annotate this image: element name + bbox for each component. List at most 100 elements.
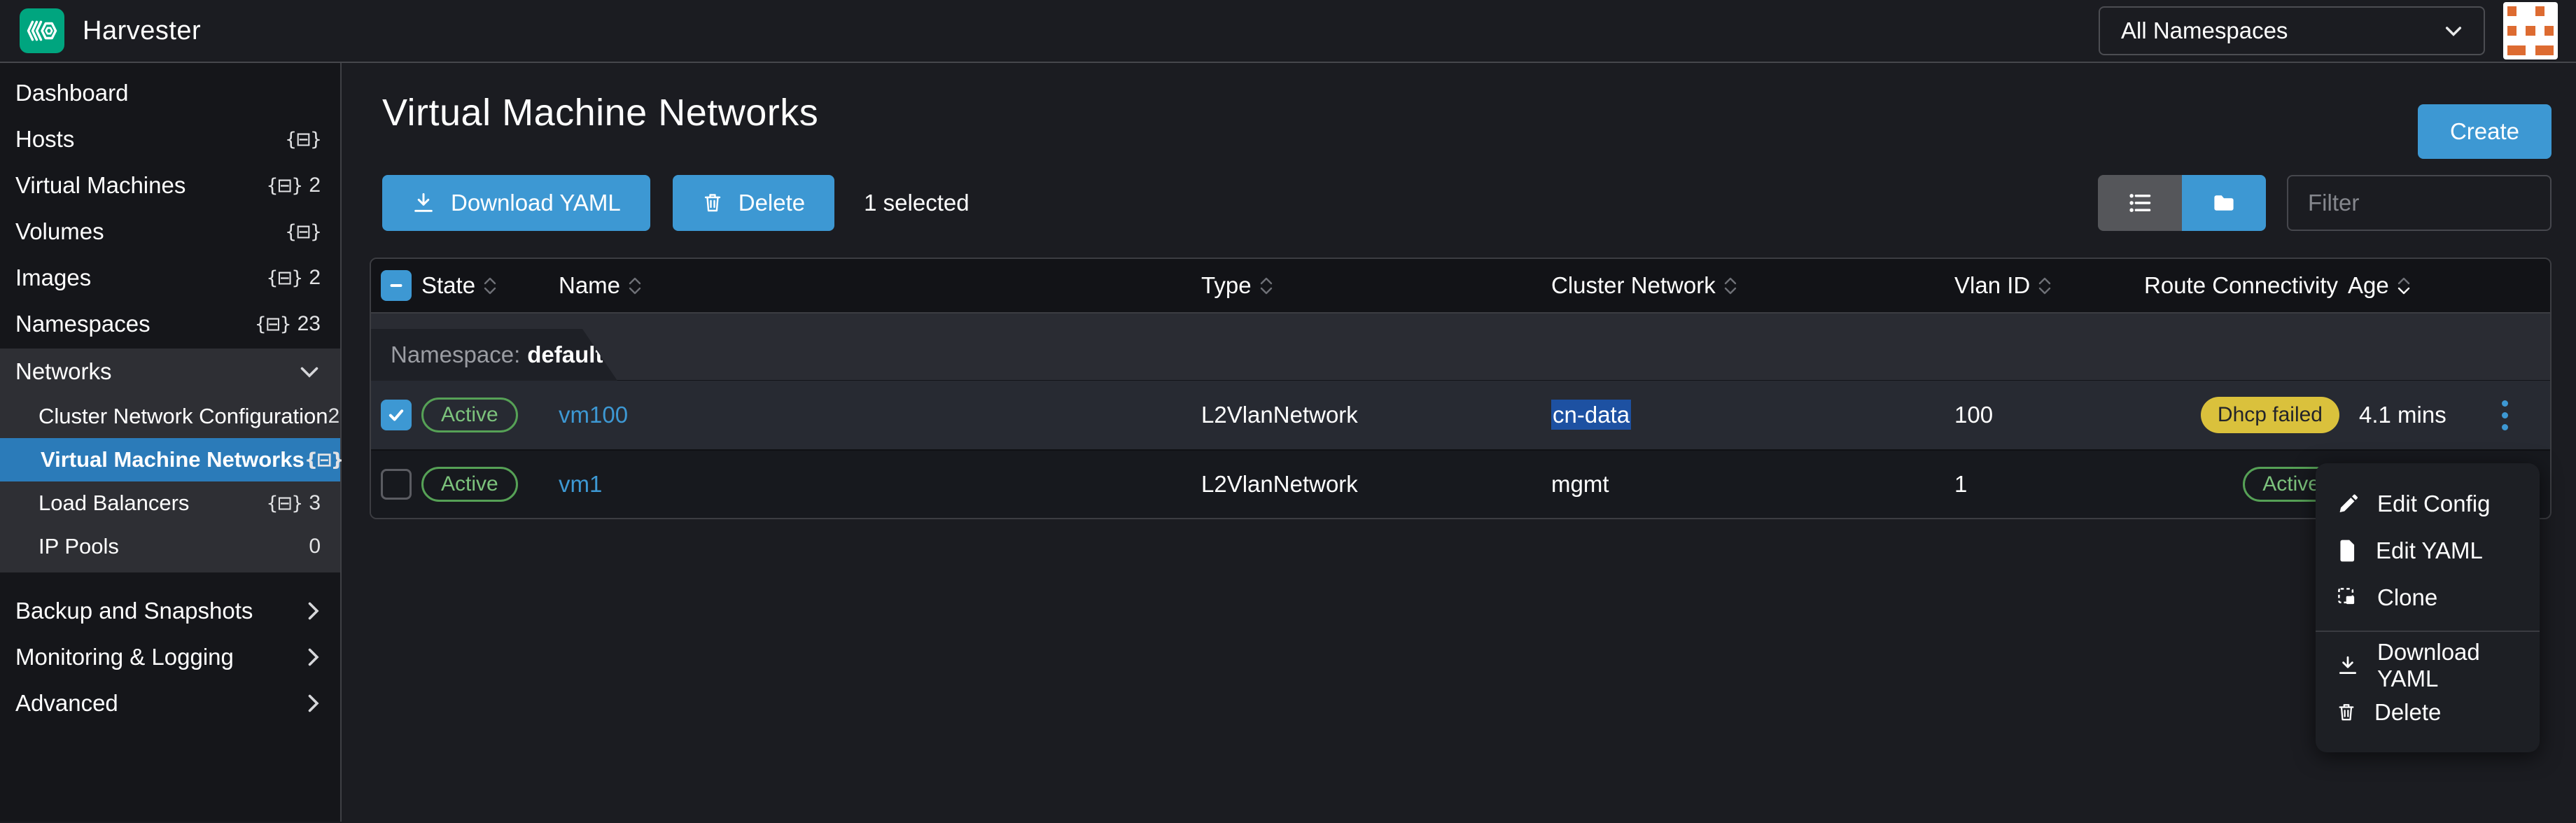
create-button[interactable]: Create [2418, 104, 2552, 159]
row-actions-kebab[interactable] [2495, 393, 2515, 437]
row-checkbox[interactable] [381, 469, 412, 500]
sidebar-item-label: Dashboard [15, 80, 321, 106]
sort-icon [1260, 277, 1273, 295]
sort-icon [2398, 277, 2410, 295]
nav-count-value: 2 [309, 266, 321, 290]
column-header-cluster-network[interactable]: Cluster Network [1551, 272, 1954, 299]
download-yaml-label: Download YAML [451, 190, 621, 216]
column-header-state[interactable]: State [421, 272, 559, 299]
file-icon [2337, 539, 2358, 563]
namespace-selector[interactable]: All Namespaces [2099, 6, 2485, 55]
page-title: Virtual Machine Networks [382, 91, 2552, 134]
table-row[interactable]: Active vm100 L2VlanNetwork cn-data 100 D… [371, 381, 2550, 449]
nav-count-value: 2 [328, 405, 340, 428]
grouped-view-button[interactable] [2182, 175, 2266, 231]
tag-badge-icon: {⊟} [304, 449, 343, 471]
sidebar-item-label: Volumes [15, 218, 285, 245]
view-toggle [2098, 175, 2266, 231]
sidebar-nav: DashboardHosts{⊟}Virtual Machines{⊟}2Vol… [0, 63, 342, 822]
column-header-label: Route Connectivity [2144, 272, 2338, 299]
app-shell: DashboardHosts{⊟}Virtual Machines{⊟}2Vol… [0, 63, 2576, 822]
select-all-checkbox[interactable] [381, 270, 412, 301]
avatar-pixel [2526, 36, 2535, 45]
avatar-pixel [2507, 16, 2516, 26]
pencil-icon [2337, 493, 2359, 515]
sidebar-item-label: Cluster Network Configuration [38, 404, 328, 429]
column-header-route-connectivity: Route Connectivity [2144, 272, 2348, 299]
column-header-label: Type [1201, 272, 1252, 299]
chevron-right-icon [307, 694, 319, 713]
sidebar-group-backup-and-snapshots[interactable]: Backup and Snapshots [0, 588, 340, 634]
list-icon [2128, 191, 2152, 215]
table-controls [2098, 175, 2552, 231]
top-header: Harvester All Namespaces [0, 0, 2576, 63]
chevron-down-icon [300, 365, 319, 378]
nav-count: {⊟}2 [266, 174, 321, 197]
sidebar-group-networks: NetworksCluster Network Configuration2Vi… [0, 349, 340, 572]
sidebar-item-namespaces[interactable]: Namespaces{⊟}23 [0, 301, 340, 347]
row-checkbox[interactable] [381, 400, 412, 430]
menu-item-edit-yaml[interactable]: Edit YAML [2316, 527, 2540, 574]
nav-count-value: 23 [298, 312, 321, 336]
column-header-type[interactable]: Type [1201, 272, 1551, 299]
column-header-label: State [421, 272, 475, 299]
bulk-actions: Download YAML Delete 1 selected [382, 175, 969, 231]
row-name-link[interactable]: vm1 [559, 471, 602, 497]
column-header-vlan-id[interactable]: Vlan ID [1954, 272, 2173, 299]
nav-count: {⊟} [285, 129, 321, 150]
sidebar-group-label: Networks [15, 358, 300, 385]
sidebar-group-monitoring-logging[interactable]: Monitoring & Logging [0, 634, 340, 680]
filter-input[interactable] [2287, 175, 2552, 231]
menu-item-label: Edit Config [2377, 491, 2490, 517]
sidebar-item-load-balancers[interactable]: Load Balancers{⊟}3 [0, 481, 340, 525]
avatar-pixel [2535, 36, 2544, 45]
row-vlan-id: 100 [1954, 402, 2173, 428]
nav-count: {⊟}23 [255, 312, 321, 336]
menu-item-label: Download YAML [2377, 639, 2519, 692]
column-header-label: Age [2348, 272, 2389, 299]
delete-button[interactable]: Delete [673, 175, 834, 231]
clone-icon [2337, 586, 2359, 609]
sidebar-item-volumes[interactable]: Volumes{⊟} [0, 209, 340, 255]
sidebar-collapsed-groups: Backup and Snapshots Monitoring & Logging… [0, 588, 340, 726]
sidebar-item-ip-pools[interactable]: IP Pools0 [0, 525, 340, 568]
menu-item-clone[interactable]: Clone [2316, 574, 2540, 621]
download-yaml-button[interactable]: Download YAML [382, 175, 650, 231]
nav-count: {⊟}2 [266, 266, 321, 290]
sidebar-item-virtual-machines[interactable]: Virtual Machines{⊟}2 [0, 162, 340, 209]
tag-badge-icon: {⊟} [285, 129, 321, 150]
harvester-logo-icon[interactable] [20, 8, 64, 53]
row-cluster-network: mgmt [1551, 471, 1954, 498]
menu-item-edit-config[interactable]: Edit Config [2316, 480, 2540, 527]
avatar-pixel [2526, 16, 2535, 26]
column-header-age[interactable]: Age [2348, 272, 2460, 299]
table-header-row: State NameType Cluster NetworkVlan IDRoute… [371, 259, 2550, 314]
avatar-pixel [2544, 45, 2554, 55]
sidebar-item-label: Namespaces [15, 311, 255, 337]
column-header-name[interactable]: Name [559, 272, 1201, 299]
avatar-pixel [2535, 16, 2544, 26]
list-view-button[interactable] [2098, 175, 2182, 231]
avatar-pixel [2507, 45, 2516, 55]
sidebar-item-dashboard[interactable]: Dashboard [0, 70, 340, 116]
sidebar-group-label: Backup and Snapshots [15, 598, 307, 624]
sidebar-item-images[interactable]: Images{⊟}2 [0, 255, 340, 301]
avatar-pixel [2507, 36, 2516, 45]
sidebar-item-cluster-network-configuration[interactable]: Cluster Network Configuration2 [0, 395, 340, 438]
nav-count: 0 [309, 535, 321, 558]
chevron-right-icon [307, 601, 319, 621]
sidebar-item-hosts[interactable]: Hosts{⊟} [0, 116, 340, 162]
sidebar-group-networks-header[interactable]: Networks [0, 349, 340, 395]
table-row[interactable]: Active vm1 L2VlanNetwork mgmt 1 Active [371, 449, 2550, 518]
sort-icon [484, 277, 496, 295]
sidebar-item-virtual-machine-networks[interactable]: Virtual Machine Networks{⊟} [0, 438, 340, 481]
vm-networks-table: State NameType Cluster NetworkVlan IDRoute… [370, 258, 2552, 519]
sidebar-item-label: Load Balancers [38, 491, 266, 516]
user-avatar[interactable] [2503, 2, 2558, 59]
avatar-pixel [2535, 45, 2544, 55]
row-name-link[interactable]: vm100 [559, 402, 628, 428]
menu-item-delete[interactable]: Delete [2316, 689, 2540, 736]
sidebar-group-advanced[interactable]: Advanced [0, 680, 340, 726]
menu-item-download-yaml[interactable]: Download YAML [2316, 642, 2540, 689]
tag-badge-icon: {⊟} [285, 221, 321, 243]
